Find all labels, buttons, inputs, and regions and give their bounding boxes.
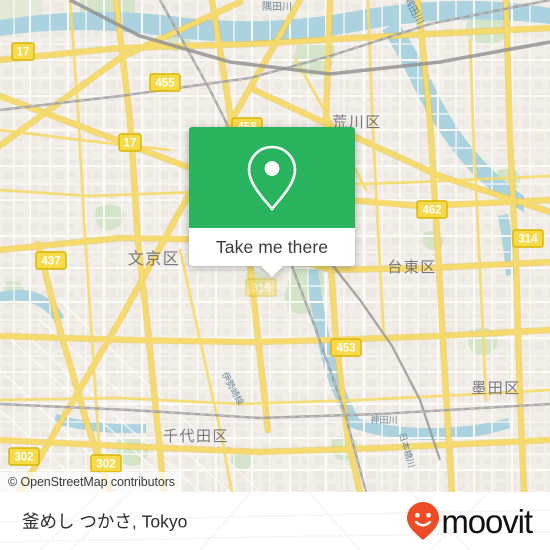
district-label-chiyoda-ku: 千代田区 (163, 428, 229, 445)
moovit-pin-smile-icon (407, 502, 440, 540)
take-me-there-callout[interactable]: Take me there (189, 127, 355, 277)
callout-header (189, 127, 355, 228)
route-shield-route-453: 453 (330, 338, 362, 357)
callout-tail (261, 266, 283, 277)
route-shield-route-302-right: 302 (90, 454, 122, 473)
svg-text:302: 302 (14, 452, 33, 464)
route-shield-route-17-south: 17 (118, 133, 142, 152)
route-shield-route-455: 455 (149, 73, 181, 92)
svg-text:462: 462 (422, 205, 441, 217)
location-pin-icon (247, 145, 297, 211)
svg-text:17: 17 (124, 138, 137, 150)
map-label-kanda-river: 神田川 (370, 414, 397, 425)
footer-bar: 釜めし つかさ, Tokyo moovit (0, 492, 550, 550)
callout-body[interactable]: Take me there (189, 228, 355, 277)
district-label-taito-ku: 台東区 (387, 259, 437, 276)
moovit-map-screenshot: .land { fill:#f2efe9; } .green { fill:#c… (0, 0, 550, 550)
district-label-bunkyo-ku: 文京区 (128, 250, 181, 268)
moovit-wordmark: moovit (441, 502, 533, 540)
svg-text:453: 453 (336, 343, 355, 355)
route-shield-route-302-left: 302 (8, 447, 40, 466)
svg-text:455: 455 (155, 78, 175, 90)
svg-text:437: 437 (41, 256, 60, 268)
route-shield-route-319: 319 (245, 278, 277, 297)
svg-text:314: 314 (518, 234, 538, 246)
district-label-sumida-ku: 墨田区 (471, 380, 521, 397)
svg-text:319: 319 (251, 283, 270, 295)
place-title: 釜めし つかさ, Tokyo (22, 511, 188, 532)
route-shield-route-314: 314 (512, 229, 544, 248)
moovit-logo[interactable]: moovit (406, 501, 533, 541)
route-shield-route-437: 437 (35, 251, 67, 270)
svg-text:302: 302 (96, 459, 115, 471)
osm-attribution[interactable]: © OpenStreetMap contributors (0, 472, 181, 492)
callout-label: Take me there (215, 236, 329, 257)
route-shield-route-462: 462 (416, 200, 448, 219)
map-label-sumida-river-west: 隅田川 (262, 1, 292, 13)
svg-text:17: 17 (17, 47, 30, 59)
route-shield-route-17-north: 17 (11, 42, 35, 61)
